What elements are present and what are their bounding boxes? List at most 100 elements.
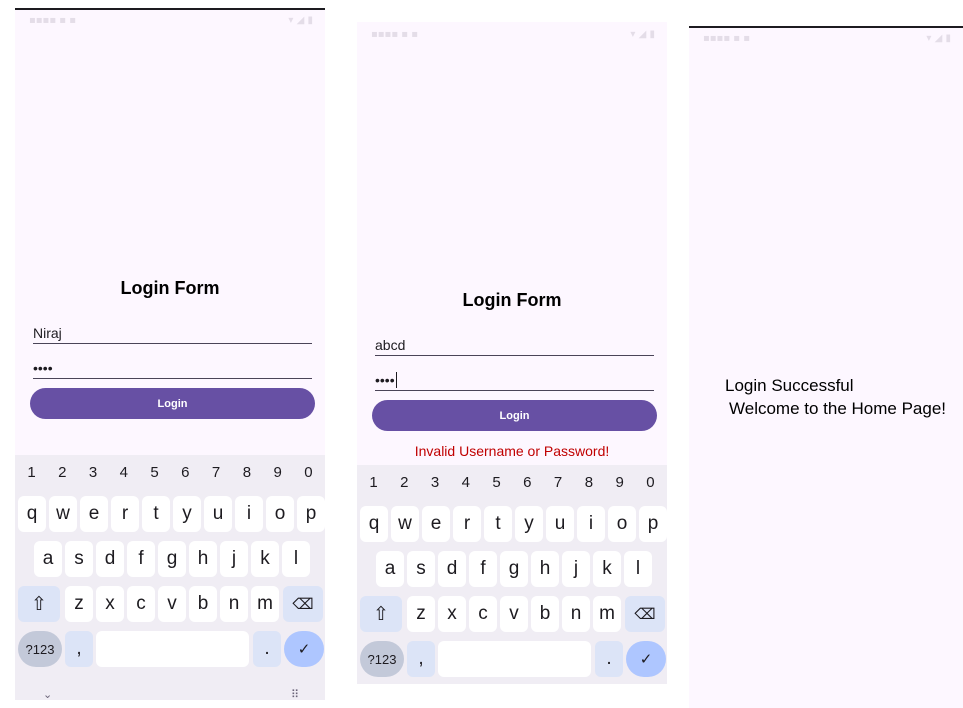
key-letter[interactable]: l: [282, 541, 310, 577]
login-button[interactable]: Login: [30, 388, 315, 419]
key-letter[interactable]: k: [593, 551, 621, 587]
screen-login-form: ▪▪▪▪ ▪ ▪ ▾ ◢ ▮ Login Form Niraj •••• Logi…: [15, 8, 325, 700]
enter-key[interactable]: ✓: [626, 641, 666, 677]
key-letter[interactable]: v: [500, 596, 528, 632]
key-number[interactable]: 7: [209, 459, 224, 487]
key-number[interactable]: 0: [643, 469, 658, 497]
key-letter[interactable]: w: [391, 506, 419, 542]
key-letter[interactable]: w: [49, 496, 77, 532]
key-letter[interactable]: a: [376, 551, 404, 587]
period-key[interactable]: .: [595, 641, 623, 677]
key-letter[interactable]: l: [624, 551, 652, 587]
period-key[interactable]: .: [253, 631, 281, 667]
key-letter[interactable]: y: [173, 496, 201, 532]
key-letter[interactable]: n: [562, 596, 590, 632]
key-letter[interactable]: q: [360, 506, 388, 542]
keyboard-hide-icon[interactable]: ⌄: [43, 688, 52, 700]
key-letter[interactable]: q: [18, 496, 46, 532]
key-number[interactable]: 1: [24, 459, 39, 487]
key-number[interactable]: 8: [581, 469, 596, 497]
keyboard-switch-icon[interactable]: ⠿: [291, 688, 299, 700]
key-number[interactable]: 4: [458, 469, 473, 497]
comma-key[interactable]: ,: [65, 631, 93, 667]
backspace-key[interactable]: ⌫: [625, 596, 665, 632]
key-number[interactable]: 0: [301, 459, 316, 487]
key-letter[interactable]: g: [500, 551, 528, 587]
key-letter[interactable]: k: [251, 541, 279, 577]
password-field[interactable]: ••••: [33, 353, 312, 379]
key-letter[interactable]: f: [469, 551, 497, 587]
key-letter[interactable]: i: [235, 496, 263, 532]
key-number[interactable]: 3: [428, 469, 443, 497]
key-letter[interactable]: n: [220, 586, 248, 622]
username-field[interactable]: Niraj: [33, 318, 312, 344]
key-number[interactable]: 2: [397, 469, 412, 497]
key-number[interactable]: 2: [55, 459, 70, 487]
key-letter[interactable]: v: [158, 586, 186, 622]
comma-key[interactable]: ,: [407, 641, 435, 677]
key-letter[interactable]: p: [639, 506, 667, 542]
key-letter[interactable]: u: [546, 506, 574, 542]
key-number[interactable]: 6: [178, 459, 193, 487]
key-letter[interactable]: i: [577, 506, 605, 542]
key-letter[interactable]: h: [531, 551, 559, 587]
backspace-icon: ⌫: [634, 606, 656, 623]
space-key[interactable]: [438, 641, 591, 677]
key-letter[interactable]: b: [189, 586, 217, 622]
shift-key[interactable]: ⇧: [18, 586, 60, 622]
key-letter[interactable]: p: [297, 496, 325, 532]
username-field[interactable]: abcd: [375, 330, 654, 356]
backspace-key[interactable]: ⌫: [283, 586, 323, 622]
space-key[interactable]: [96, 631, 249, 667]
key-number[interactable]: 1: [366, 469, 381, 497]
key-letter[interactable]: y: [515, 506, 543, 542]
key-letter[interactable]: j: [220, 541, 248, 577]
key-letter[interactable]: o: [608, 506, 636, 542]
symbols-key[interactable]: ?123: [360, 641, 404, 677]
key-letter[interactable]: m: [593, 596, 621, 632]
status-time: ▪▪▪▪ ▪ ▪: [29, 15, 77, 26]
key-letter[interactable]: x: [438, 596, 466, 632]
key-letter[interactable]: b: [531, 596, 559, 632]
key-number[interactable]: 5: [147, 459, 162, 487]
key-number[interactable]: 8: [239, 459, 254, 487]
key-letter[interactable]: u: [204, 496, 232, 532]
key-letter[interactable]: d: [438, 551, 466, 587]
key-letter[interactable]: e: [80, 496, 108, 532]
key-number[interactable]: 4: [116, 459, 131, 487]
key-number[interactable]: 9: [612, 469, 627, 497]
key-letter[interactable]: z: [65, 586, 93, 622]
symbols-key[interactable]: ?123: [18, 631, 62, 667]
key-number[interactable]: 5: [489, 469, 504, 497]
key-letter[interactable]: e: [422, 506, 450, 542]
key-letter[interactable]: t: [484, 506, 512, 542]
key-letter[interactable]: z: [407, 596, 435, 632]
screen-home: ▪▪▪▪ ▪ ▪ ▾ ◢ ▮ Login Successful Welcome t…: [689, 26, 963, 708]
key-number[interactable]: 9: [270, 459, 285, 487]
key-number[interactable]: 3: [86, 459, 101, 487]
key-number[interactable]: 6: [520, 469, 535, 497]
key-letter[interactable]: m: [251, 586, 279, 622]
password-field[interactable]: ••••: [375, 365, 654, 391]
key-letter[interactable]: f: [127, 541, 155, 577]
key-number[interactable]: 7: [551, 469, 566, 497]
key-letter[interactable]: g: [158, 541, 186, 577]
status-bar: ▪▪▪▪ ▪ ▪ ▾ ◢ ▮: [357, 24, 667, 46]
shift-key[interactable]: ⇧: [360, 596, 402, 632]
key-letter[interactable]: c: [469, 596, 497, 632]
key-letter[interactable]: s: [65, 541, 93, 577]
key-letter[interactable]: t: [142, 496, 170, 532]
key-letter[interactable]: h: [189, 541, 217, 577]
keyboard-number-row: 1234567890: [357, 469, 667, 497]
key-letter[interactable]: c: [127, 586, 155, 622]
key-letter[interactable]: r: [111, 496, 139, 532]
key-letter[interactable]: x: [96, 586, 124, 622]
key-letter[interactable]: s: [407, 551, 435, 587]
key-letter[interactable]: r: [453, 506, 481, 542]
key-letter[interactable]: o: [266, 496, 294, 532]
enter-key[interactable]: ✓: [284, 631, 324, 667]
key-letter[interactable]: a: [34, 541, 62, 577]
key-letter[interactable]: j: [562, 551, 590, 587]
key-letter[interactable]: d: [96, 541, 124, 577]
login-button[interactable]: Login: [372, 400, 657, 431]
